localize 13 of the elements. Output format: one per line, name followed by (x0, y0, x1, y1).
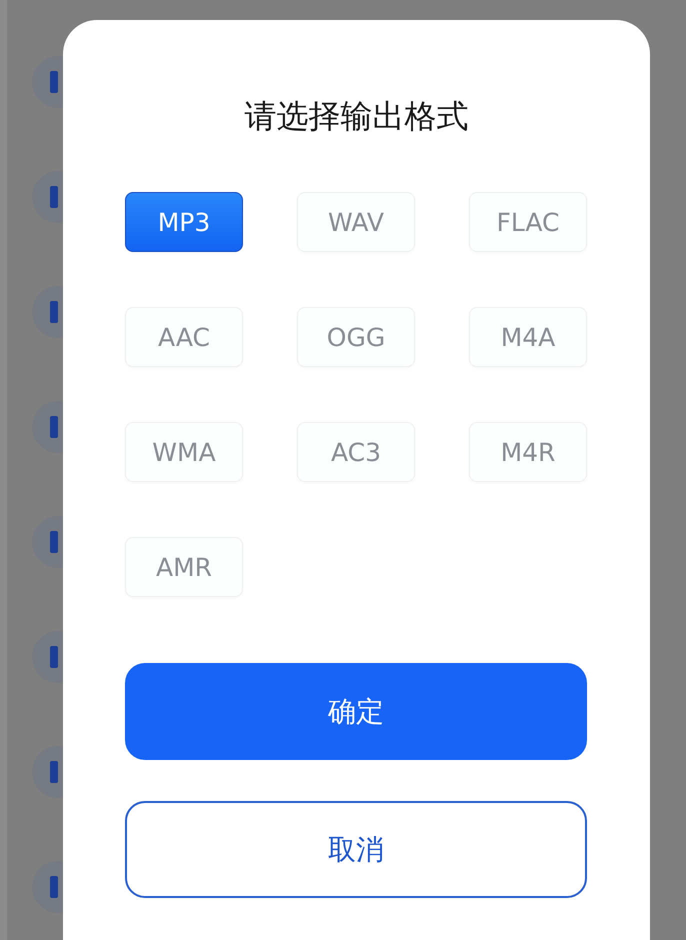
format-option[interactable]: OGG (297, 307, 415, 367)
confirm-button[interactable]: 确定 (125, 663, 587, 760)
format-option[interactable]: WAV (297, 192, 415, 252)
format-option[interactable]: MP3 (125, 192, 243, 252)
cancel-button[interactable]: 取消 (125, 801, 587, 898)
format-option[interactable]: M4A (469, 307, 587, 367)
format-option[interactable]: AC3 (297, 422, 415, 482)
format-option[interactable]: AAC (125, 307, 243, 367)
format-option[interactable]: M4R (469, 422, 587, 482)
format-option[interactable]: FLAC (469, 192, 587, 252)
format-option[interactable]: AMR (125, 537, 243, 597)
dialog-title: 请选择输出格式 (244, 96, 470, 137)
format-option[interactable]: WMA (125, 422, 243, 482)
